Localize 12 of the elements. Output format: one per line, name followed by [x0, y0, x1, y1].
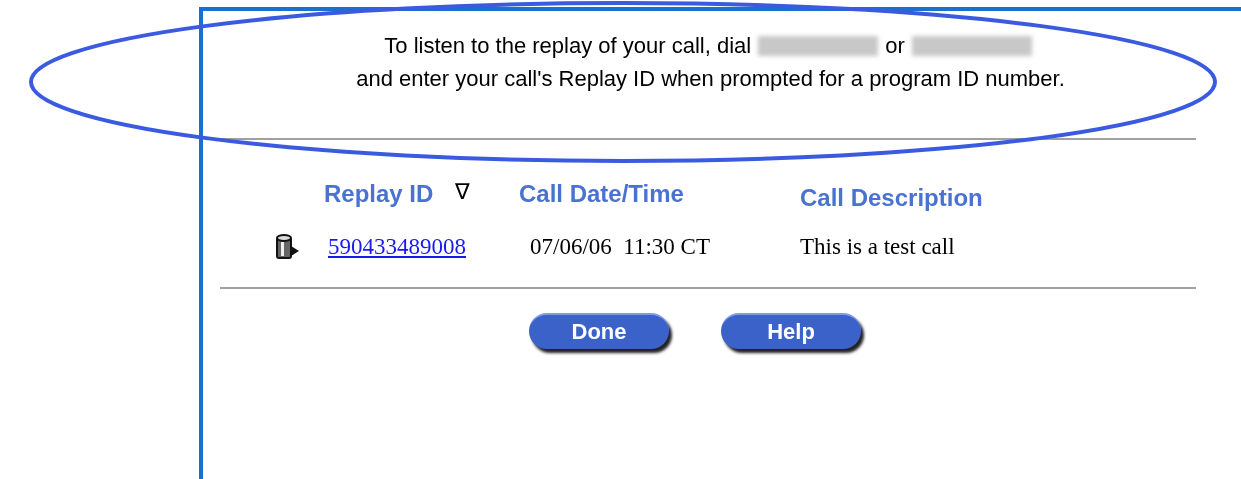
sort-indicator[interactable]: ∇	[455, 174, 471, 208]
instruction-text: To listen to the replay of your call, dial	[384, 32, 752, 60]
column-header[interactable]: Call Date/Time	[519, 176, 684, 212]
instruction-text: or	[885, 32, 905, 60]
column-header[interactable]: Call Description	[800, 180, 983, 216]
instruction-text: and enter your call's Replay ID when prompted for a program ID number.	[355, 65, 1065, 93]
replay-id-link[interactable]: 590433489008	[328, 230, 466, 265]
column-header[interactable]: Replay ID	[324, 176, 434, 212]
pill-button[interactable]: Help	[721, 312, 861, 349]
table-cell-text: 07/06/06 11:30 CT	[529, 233, 711, 261]
table-cell-text: This is a test call	[800, 233, 955, 261]
pill-button[interactable]: Done	[529, 312, 669, 349]
